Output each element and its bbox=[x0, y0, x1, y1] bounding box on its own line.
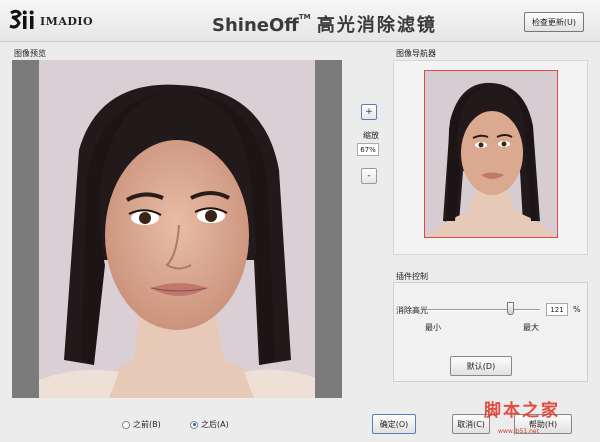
app-title: ShineOffTM 高光消除滤镜 bbox=[212, 11, 437, 37]
radio-selected-icon bbox=[190, 420, 198, 429]
brand-name: IMADIO bbox=[40, 15, 94, 28]
remove-shine-value-input[interactable]: 121 bbox=[546, 303, 568, 316]
plugin-control-label: 插件控制 bbox=[396, 272, 428, 281]
image-preview[interactable] bbox=[12, 60, 342, 398]
before-radio[interactable]: 之前(B) bbox=[122, 419, 161, 430]
preview-label: 图像预览 bbox=[14, 49, 46, 58]
zoom-value: 67% bbox=[357, 143, 379, 156]
percent-unit: % bbox=[573, 305, 581, 314]
imadio-logo-icon bbox=[9, 9, 34, 29]
navigator-photo bbox=[425, 71, 557, 237]
slider-thumb[interactable] bbox=[506, 302, 514, 315]
remove-shine-slider[interactable] bbox=[428, 309, 540, 311]
default-button[interactable]: 默认(D) bbox=[450, 356, 512, 376]
watermark: 脚本之家 bbox=[484, 401, 560, 421]
slider-max-label: 最大 bbox=[523, 323, 539, 332]
navigator-label: 图像导航器 bbox=[396, 49, 436, 58]
radio-icon bbox=[122, 420, 130, 429]
before-label: 之前(B) bbox=[133, 420, 161, 429]
ok-button[interactable]: 确定(O) bbox=[372, 414, 416, 434]
zoom-label: 缩放 bbox=[363, 131, 379, 140]
preview-photo bbox=[39, 60, 315, 398]
remove-shine-label: 消除高光 bbox=[396, 306, 428, 315]
slider-min-label: 最小 bbox=[425, 323, 441, 332]
zoom-in-button[interactable]: + bbox=[361, 104, 377, 120]
watermark-url: www.jb51.net bbox=[498, 428, 539, 435]
navigator-thumbnail[interactable] bbox=[424, 70, 558, 238]
after-label: 之后(A) bbox=[201, 420, 229, 429]
app-title-cn: 高光消除滤镜 bbox=[316, 15, 437, 36]
trademark-mark: TM bbox=[298, 13, 311, 21]
check-update-button[interactable]: 检查更新(U) bbox=[524, 12, 584, 32]
zoom-out-button[interactable]: - bbox=[361, 168, 377, 184]
app-title-main: ShineOff bbox=[212, 15, 299, 36]
after-radio[interactable]: 之后(A) bbox=[190, 419, 229, 430]
